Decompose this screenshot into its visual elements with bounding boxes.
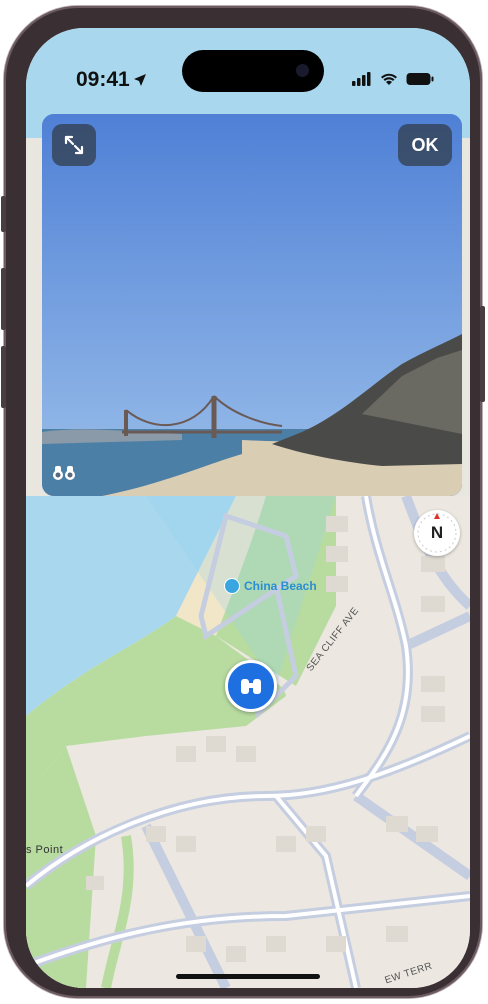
side-button-volume-up	[1, 268, 6, 330]
status-icons	[352, 72, 434, 86]
beach-pin-icon	[224, 578, 240, 594]
binoculars-icon	[52, 463, 76, 486]
look-around-panel[interactable]: OK	[42, 114, 462, 496]
status-time: 09:41	[76, 68, 147, 92]
expand-button[interactable]	[52, 124, 96, 166]
home-indicator[interactable]	[176, 974, 320, 979]
screen: SEA CLIFF AVE s Point EW TERR China Beac…	[26, 28, 470, 988]
wifi-icon	[381, 73, 397, 85]
dynamic-island	[182, 50, 324, 92]
poi-china-beach[interactable]: China Beach	[224, 578, 317, 594]
ok-button[interactable]: OK	[398, 124, 452, 166]
side-button-power	[480, 306, 485, 402]
cellular-signal-icon	[352, 72, 371, 86]
side-button-silent	[1, 196, 6, 232]
front-camera-icon	[296, 64, 309, 77]
compass-ticks-icon	[417, 513, 457, 553]
battery-icon	[406, 73, 434, 85]
side-button-volume-down	[1, 346, 6, 408]
road-label-point: s Point	[26, 844, 64, 856]
phone-frame: SEA CLIFF AVE s Point EW TERR China Beac…	[1, 6, 485, 998]
look-around-photo[interactable]	[42, 114, 462, 496]
location-arrow-icon	[133, 74, 146, 87]
expand-arrows-icon	[64, 135, 84, 155]
map-view[interactable]	[26, 496, 470, 988]
poi-label: China Beach	[244, 579, 317, 593]
look-around-location-marker[interactable]	[225, 660, 277, 712]
compass-button[interactable]: N	[414, 510, 460, 556]
binoculars-icon	[241, 679, 261, 694]
